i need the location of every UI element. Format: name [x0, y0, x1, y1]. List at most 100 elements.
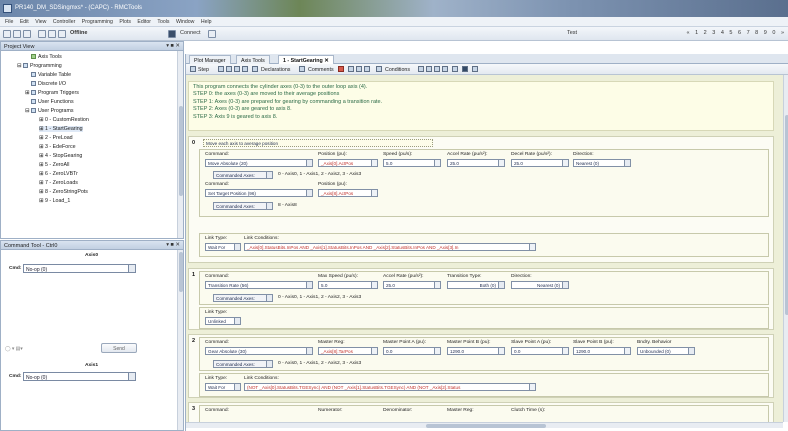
cmd1-select[interactable]: No-op (0): [23, 372, 136, 381]
commanded-axes-button[interactable]: Commanded Axes:: [213, 360, 273, 368]
delete-icon[interactable]: [338, 66, 344, 72]
insert-step-icon[interactable]: [218, 66, 224, 72]
browse-icon[interactable]: [371, 348, 377, 354]
link-type-select[interactable]: Unlinked: [205, 317, 241, 325]
chevron-down-icon[interactable]: [266, 295, 272, 301]
tree-item-program-1[interactable]: ⊞ 1 - StartGearing: [39, 126, 83, 132]
expand-icon[interactable]: ⊞: [39, 189, 43, 195]
command-select[interactable]: Set Target Position (96): [205, 189, 313, 197]
expand-all-icon[interactable]: [452, 66, 458, 72]
browse-icon[interactable]: [371, 160, 377, 166]
browse-icon[interactable]: [434, 348, 440, 354]
master-point-a-field[interactable]: 0.0: [383, 347, 441, 355]
tree-item-axis-tools[interactable]: Axis Tools: [31, 54, 62, 60]
link-type-select[interactable]: Wait For: [205, 383, 241, 391]
command-select[interactable]: Gear Absolute (30): [205, 347, 313, 355]
chevron-down-icon[interactable]: [128, 265, 135, 272]
browse-icon[interactable]: [562, 348, 568, 354]
save-icon[interactable]: [23, 30, 31, 38]
cmd-tools-icons[interactable]: ◯ ▾ ▤▾: [5, 346, 23, 352]
chevron-down-icon[interactable]: [266, 172, 272, 178]
menu-editor[interactable]: Editor: [137, 19, 151, 25]
expand-icon[interactable]: ⊞: [39, 171, 43, 177]
expand-icon[interactable]: ⊞: [39, 153, 43, 159]
tree-item-program-6[interactable]: ⊞ 6 - ZeroLVBTr: [39, 171, 78, 177]
chart-icon[interactable]: [208, 30, 216, 38]
step-1[interactable]: 1 Command: Max Speed (pu/s): Accel Rate …: [188, 268, 774, 330]
menu-window[interactable]: Window: [176, 19, 194, 25]
slave-point-a-field[interactable]: 0.0: [511, 347, 569, 355]
expand-icon[interactable]: ⊞: [39, 162, 43, 168]
speed-field[interactable]: 5.0: [383, 159, 441, 167]
chevron-down-icon[interactable]: [266, 361, 272, 367]
declarations-button[interactable]: Declarations: [261, 67, 290, 73]
tree-item-user-programs[interactable]: ⊟ User Programs: [25, 108, 74, 114]
step-button[interactable]: Step: [198, 67, 209, 73]
copy-icon[interactable]: [356, 66, 362, 72]
tree-item-program-9[interactable]: ⊞ 9 - Load_1: [39, 198, 70, 204]
chevron-down-icon[interactable]: [306, 160, 312, 166]
comments-icon[interactable]: [299, 66, 305, 72]
chevron-down-icon[interactable]: [562, 282, 568, 288]
browse-icon[interactable]: [624, 348, 630, 354]
tree-item-user-functions[interactable]: User Functions: [31, 99, 74, 105]
program-description[interactable]: This program connects the cylinder axes …: [188, 81, 774, 131]
zoom-icon[interactable]: [434, 66, 440, 72]
chevron-down-icon[interactable]: [234, 384, 240, 390]
conditions-icon[interactable]: [376, 66, 382, 72]
commanded-axes-button[interactable]: Commanded Axes:: [213, 202, 273, 210]
chevron-down-icon[interactable]: [234, 318, 240, 324]
controller-icon[interactable]: [168, 30, 176, 38]
new-project-icon[interactable]: [3, 30, 11, 38]
chevron-down-icon[interactable]: [688, 348, 694, 354]
menu-programming[interactable]: Programming: [82, 19, 113, 25]
tab-axis-tools[interactable]: Axis Tools: [236, 55, 270, 64]
direction-select[interactable]: Nearest (0): [511, 281, 569, 289]
tree-item-program-8[interactable]: ⊞ 8 - ZeroStringPots: [39, 189, 88, 195]
comments-button[interactable]: Comments: [308, 67, 334, 73]
expand-icon[interactable]: ⊟: [17, 63, 21, 69]
chevron-down-icon[interactable]: [306, 190, 312, 196]
commanded-axes-button[interactable]: Commanded Axes:: [213, 171, 273, 179]
expand-icon[interactable]: ⊞: [39, 198, 43, 204]
chevron-down-icon[interactable]: [306, 348, 312, 354]
master-point-b-field[interactable]: 1290.0: [447, 347, 505, 355]
chevron-down-icon[interactable]: [234, 244, 240, 250]
tree-item-discrete-io[interactable]: Discrete I/O: [31, 81, 66, 87]
cmd0-select[interactable]: No-op (0): [23, 264, 136, 273]
expand-icon[interactable]: ⊞: [39, 117, 43, 123]
step-icon[interactable]: [190, 66, 196, 72]
step-3[interactable]: 3 Command: Numerator: Denominator: Maste…: [188, 402, 774, 423]
editor-horizontal-scrollbar[interactable]: [186, 422, 783, 428]
expand-icon[interactable]: ⊟: [25, 108, 29, 114]
transition-type-select[interactable]: Both (0): [447, 281, 505, 289]
tree-item-program-0[interactable]: ⊞ 0 - CustomRestion: [39, 117, 89, 123]
project-view-scrollbar[interactable]: [177, 51, 183, 238]
direction-select[interactable]: Nearest (0): [573, 159, 631, 167]
menu-controller[interactable]: Controller: [53, 19, 76, 25]
menu-edit[interactable]: Edit: [20, 19, 29, 25]
expand-icon[interactable]: ⊞: [25, 90, 29, 96]
position-field[interactable]: _Axis[0].ActPos: [318, 159, 378, 167]
menu-help[interactable]: Help: [201, 19, 212, 25]
slave-point-b-field[interactable]: 1290.0: [573, 347, 631, 355]
expand-icon[interactable]: ⊞: [39, 126, 43, 132]
menu-tools[interactable]: Tools: [157, 19, 169, 25]
scroll-thumb[interactable]: [426, 424, 546, 428]
step-comment[interactable]: Move each axis to average position: [203, 139, 433, 147]
accel-field[interactable]: 25.0: [447, 159, 505, 167]
browse-icon[interactable]: [562, 160, 568, 166]
chevron-down-icon[interactable]: [306, 282, 312, 288]
menu-file[interactable]: File: [5, 19, 13, 25]
tree-item-programming[interactable]: ⊟ Programming: [17, 63, 62, 69]
command-select[interactable]: Transition Rate (56): [205, 281, 313, 289]
paste-icon[interactable]: [364, 66, 370, 72]
tree-item-program-5[interactable]: ⊞ 5 - ZeroAll: [39, 162, 69, 168]
tab-plot-manager[interactable]: Plot Manager: [189, 55, 231, 64]
browse-icon[interactable]: [371, 190, 377, 196]
refresh-icon[interactable]: [58, 30, 66, 38]
chevron-down-icon[interactable]: [266, 203, 272, 209]
browse-icon[interactable]: [498, 348, 504, 354]
commanded-axes-button[interactable]: Commanded Axes:: [213, 294, 273, 302]
move-up-icon[interactable]: [234, 66, 240, 72]
